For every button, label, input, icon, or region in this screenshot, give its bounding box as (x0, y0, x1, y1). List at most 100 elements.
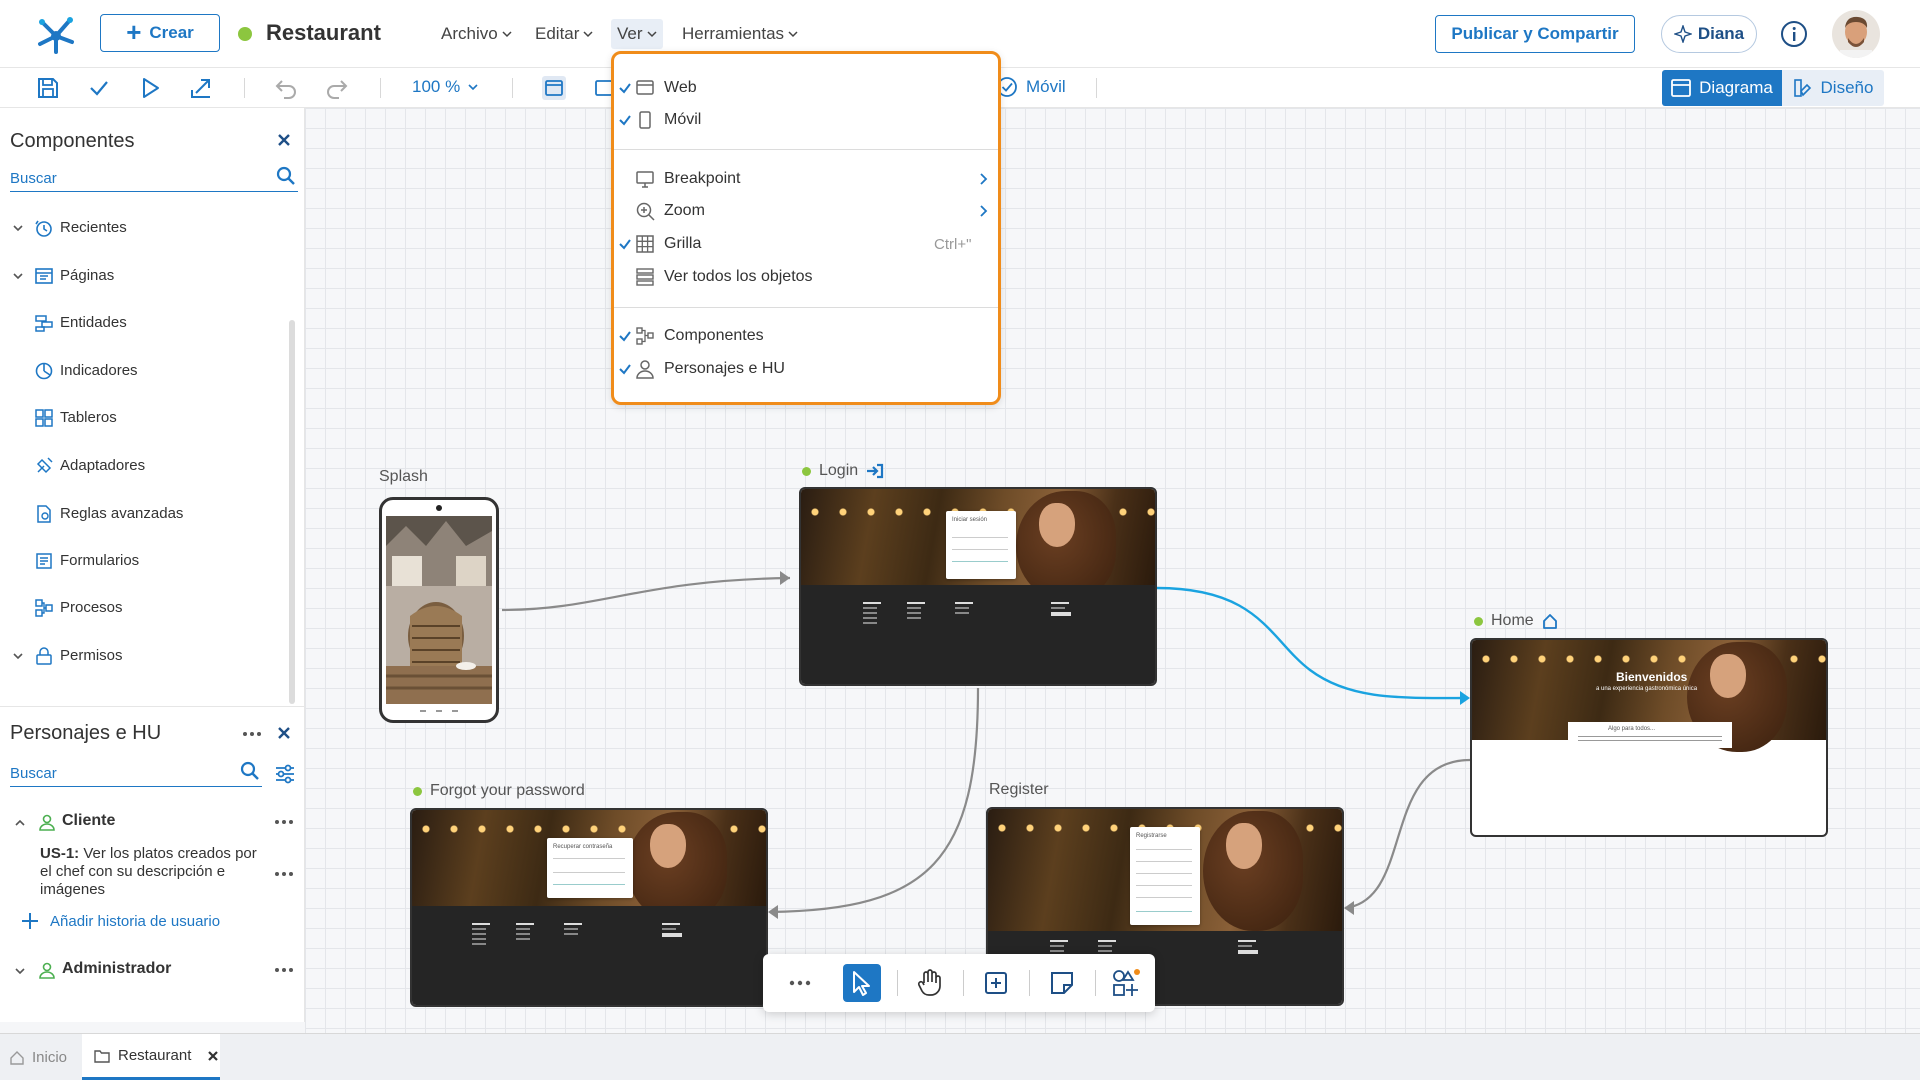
components-panel-title: Componentes (10, 130, 135, 152)
components-icon (636, 327, 654, 345)
more-options-icon (789, 980, 811, 986)
persona-icon (39, 814, 55, 831)
check-icon (619, 239, 631, 250)
web-icon (636, 80, 654, 95)
connector-splash-login[interactable] (501, 576, 791, 612)
node-home[interactable]: Bienvenidos a una experiencia gastronómi… (1470, 638, 1828, 837)
search-icon[interactable] (240, 761, 260, 781)
home-icon (10, 1050, 24, 1065)
chevron-down-icon[interactable] (12, 270, 24, 282)
persona-icon (636, 360, 654, 379)
view-menu-dropdown: Web Móvil Breakpoint Zoom Grilla Ctrl+" … (611, 51, 1001, 405)
chevron-down-icon[interactable] (12, 222, 24, 234)
more-options-icon[interactable] (274, 819, 294, 825)
home-section-card: Algo para todos... (1568, 722, 1732, 748)
personas-search-input[interactable]: Buscar (10, 757, 262, 787)
connector-login-home[interactable] (1156, 586, 1469, 700)
connector-home-register[interactable] (1344, 758, 1471, 910)
monitor-icon (636, 171, 654, 188)
sticky-note-tool-button[interactable] (1043, 964, 1081, 1002)
filter-icon[interactable] (274, 763, 296, 785)
view-menu-item-zoom[interactable]: Zoom (614, 197, 998, 225)
node-splash[interactable] (379, 497, 499, 723)
phone-camera (436, 505, 442, 511)
persona-administrador[interactable]: Administrador (0, 957, 305, 983)
view-menu-item-movil[interactable]: Móvil (614, 106, 998, 134)
arrow-head-icon (1344, 901, 1354, 915)
view-menu-item-personajes[interactable]: Personajes e HU (614, 355, 998, 383)
add-page-tool-button[interactable] (977, 964, 1015, 1002)
lock-icon (36, 647, 52, 665)
plus-icon (22, 913, 38, 929)
recent-icon (35, 220, 52, 237)
more-options-icon[interactable] (274, 967, 294, 973)
add-box-icon (985, 972, 1007, 994)
components-search-input[interactable]: Buscar (10, 162, 298, 192)
home-heading: Bienvenidos (1616, 670, 1688, 684)
user-story-us1[interactable]: US-1: Ver los platos creados por el chef… (40, 845, 272, 899)
arrow-head-icon (1460, 691, 1470, 705)
note-icon (1051, 972, 1073, 994)
close-icon[interactable] (276, 132, 292, 148)
more-options-icon[interactable] (242, 731, 262, 737)
chevron-down-icon[interactable] (14, 965, 26, 977)
canvas-tools-toolbar (763, 954, 1155, 1012)
view-menu-item-web[interactable]: Web (614, 74, 998, 102)
chevron-right-icon (980, 205, 988, 217)
components-scrollbar[interactable] (289, 320, 295, 704)
chevron-up-icon[interactable] (14, 817, 26, 829)
adapters-icon (36, 457, 53, 474)
select-tool-button[interactable] (843, 964, 881, 1002)
entities-icon (35, 315, 53, 332)
tab-restaurant[interactable]: Restaurant (82, 1034, 220, 1080)
persona-icon (39, 962, 55, 979)
forgot-footer (412, 906, 766, 1005)
tab-inicio[interactable]: Inicio (10, 1034, 67, 1080)
more-options-icon[interactable] (274, 871, 294, 877)
login-form-card: Iniciar sesión (946, 511, 1016, 579)
node-forgot-password[interactable]: Recuperar contraseña (410, 808, 768, 1007)
check-icon (619, 331, 631, 342)
add-user-story-button[interactable]: Añadir historia de usuario (20, 911, 220, 931)
check-icon (619, 115, 631, 126)
close-tab-icon[interactable] (207, 1050, 219, 1062)
view-menu-item-componentes[interactable]: Componentes (614, 322, 998, 350)
search-icon[interactable] (276, 166, 296, 186)
persona-cliente[interactable]: Cliente (0, 809, 305, 835)
cursor-icon (853, 971, 870, 996)
chevron-right-icon (980, 173, 988, 185)
splash-image (386, 516, 492, 704)
status-dot (1474, 616, 1483, 626)
personas-panel-title: Personajes e HU (10, 722, 162, 744)
add-component-tool-button[interactable] (1107, 964, 1145, 1002)
status-dot (413, 786, 422, 796)
login-footer (801, 585, 1155, 684)
view-menu-item-ver-todos[interactable]: Ver todos los objetos (614, 263, 998, 291)
more-tools-button[interactable] (781, 964, 819, 1002)
pan-tool-button[interactable] (911, 964, 949, 1002)
view-menu-item-breakpoint[interactable]: Breakpoint (614, 165, 998, 193)
node-label-home: Home (1474, 612, 1558, 630)
processes-icon (35, 599, 53, 617)
dashboards-icon (35, 409, 53, 427)
zoom-in-icon (636, 202, 655, 221)
connector-login-forgot[interactable] (769, 687, 980, 914)
node-login[interactable]: Iniciar sesión (799, 487, 1157, 686)
chevron-down-icon[interactable] (12, 650, 24, 662)
components-panel: Componentes Buscar Recientes Páginas Ent… (0, 108, 305, 706)
grid-shortcut: Ctrl+" (934, 236, 972, 253)
node-label-login: Login (802, 462, 884, 480)
components-add-icon (1113, 969, 1140, 996)
register-hero-image: Registrarse (988, 809, 1342, 935)
mobile-icon (639, 111, 651, 129)
folder-icon (94, 1049, 110, 1063)
login-hero-image: Iniciar sesión (801, 489, 1155, 601)
close-icon[interactable] (276, 725, 292, 741)
advanced-rules-icon (37, 505, 51, 523)
hand-icon (917, 969, 941, 996)
check-icon (619, 364, 631, 375)
home-subheading: a una experiencia gastronómica única (1596, 686, 1698, 692)
node-label-register: Register (989, 781, 1049, 798)
view-menu-item-grilla[interactable]: Grilla Ctrl+" (614, 230, 998, 258)
grid-icon (636, 235, 654, 253)
